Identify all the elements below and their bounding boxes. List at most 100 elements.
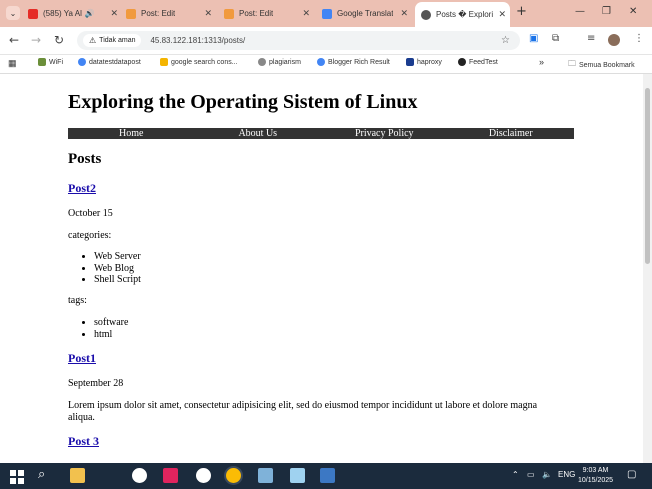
nav-privacy-policy[interactable]: Privacy Policy xyxy=(321,128,448,139)
yandex-icon[interactable] xyxy=(132,468,147,483)
bookmark-label: WiFi xyxy=(49,58,63,66)
bookmark-wifi[interactable]: WiFi xyxy=(38,58,63,66)
bookmark-search-console[interactable]: google search cons... xyxy=(160,58,238,66)
network-icon[interactable]: ▭ xyxy=(527,470,535,479)
bookmark-datatestdatapost[interactable]: datatestdatapost xyxy=(78,58,141,66)
tag-list: software html xyxy=(68,317,128,340)
chrome-icon[interactable] xyxy=(226,468,241,483)
all-bookmarks-button[interactable]: 🗀 Semua Bookmark xyxy=(568,58,635,72)
forward-arrow-icon[interactable]: → xyxy=(31,33,41,47)
apps-grid-icon[interactable]: ▦ xyxy=(8,58,17,69)
tag-item: software xyxy=(94,317,128,329)
file-explorer-icon[interactable] xyxy=(70,468,85,483)
bookmark-blogger-rich-result[interactable]: Blogger Rich Result xyxy=(317,58,390,66)
scrollbar-thumb[interactable] xyxy=(645,88,650,264)
close-tab-icon[interactable]: ✕ xyxy=(204,8,212,19)
post-title-link[interactable]: Post2 xyxy=(68,181,96,196)
minimize-icon[interactable]: — xyxy=(575,6,585,17)
category-item: Web Blog xyxy=(94,263,141,275)
tab-posts-active[interactable]: Posts � Explori ✕ xyxy=(415,2,510,27)
bookmark-star-icon[interactable]: ☆ xyxy=(501,35,510,46)
tab-title: (585) Ya Al xyxy=(43,9,82,18)
post-date: October 15 xyxy=(68,208,113,219)
post-excerpt: Lorem ipsum dolor sit amet, consectetur … xyxy=(68,400,538,423)
tab-bar: ⌄ (585) Ya Al 🔊 ✕ Post: Edit ✕ Post: Edi… xyxy=(0,0,652,27)
back-arrow-icon[interactable]: ← xyxy=(9,33,19,47)
maximize-icon[interactable]: ❐ xyxy=(602,6,611,17)
language-indicator[interactable]: ENG xyxy=(558,470,575,479)
tab-title: Post: Edit xyxy=(239,9,274,18)
volume-icon[interactable]: 🔈 xyxy=(542,470,552,479)
translate-ext-icon[interactable]: ▣ xyxy=(529,33,538,44)
search-icon[interactable]: ⌕ xyxy=(38,467,45,482)
tags-label: tags: xyxy=(68,295,87,306)
menu-kebab-icon[interactable]: ⋮ xyxy=(634,33,644,44)
bookmark-feedtest[interactable]: FeedTest xyxy=(458,58,498,66)
browser-toolbar: ← → ↻ ⚠ Tidak aman 45.83.122.181:1313/po… xyxy=(0,27,652,55)
blogger-icon xyxy=(224,8,234,19)
media-control-icon[interactable]: ≡ xyxy=(587,33,595,44)
extensions-icon[interactable]: ⧉ xyxy=(552,33,559,44)
tab-google-translate[interactable]: Google Translat ✕ xyxy=(322,4,412,23)
chevron-down-icon: ⌄ xyxy=(9,8,17,18)
tag-item: html xyxy=(94,329,128,341)
bookmark-label: plagiarism xyxy=(269,58,301,66)
close-tab-icon[interactable]: ✕ xyxy=(498,9,506,20)
notification-icon[interactable]: ▢ xyxy=(627,469,636,480)
youtube-icon xyxy=(28,8,38,19)
search-console-icon xyxy=(160,58,168,66)
google-icon xyxy=(78,58,86,66)
page-scrollbar[interactable] xyxy=(643,74,652,463)
bookmark-label: datatestdatapost xyxy=(89,58,141,66)
windows-taskbar: ⌕ ⌃ ▭ 🔈 ENG 9:03 AM 10/15/2025 ▢ xyxy=(0,463,652,489)
app-icon[interactable] xyxy=(320,468,335,483)
reload-icon[interactable]: ↻ xyxy=(54,33,64,47)
media-player-icon[interactable] xyxy=(163,468,178,483)
nav-home[interactable]: Home xyxy=(68,128,195,139)
bookmark-plagiarism[interactable]: plagiarism xyxy=(258,58,301,66)
tab-post-edit-1[interactable]: Post: Edit ✕ xyxy=(126,4,216,23)
tab-title: Posts � Explori xyxy=(436,10,494,19)
categories-label: categories: xyxy=(68,230,112,241)
new-tab-button[interactable]: + xyxy=(516,4,527,19)
site-title: Exploring the Operating Sistem of Linux xyxy=(68,91,418,113)
tab-search-button[interactable]: ⌄ xyxy=(6,6,20,20)
google-icon xyxy=(317,58,325,66)
bookmark-label: google search cons... xyxy=(171,58,238,66)
category-item: Shell Script xyxy=(94,274,141,286)
tab-title: Google Translat xyxy=(337,9,393,18)
tab-youtube[interactable]: (585) Ya Al 🔊 ✕ xyxy=(28,4,122,23)
avatar[interactable] xyxy=(608,34,620,46)
post-title-link[interactable]: Post 3 xyxy=(68,434,99,449)
nav-about-us[interactable]: About Us xyxy=(195,128,322,139)
address-bar[interactable]: ⚠ Tidak aman 45.83.122.181:1313/posts/ ☆ xyxy=(77,31,520,50)
bookmarks-bar: ▦ WiFi datatestdatapost google search co… xyxy=(0,55,652,74)
close-tab-icon[interactable]: ✕ xyxy=(110,8,118,19)
close-tab-icon[interactable]: ✕ xyxy=(400,8,408,19)
post-title-link[interactable]: Post1 xyxy=(68,351,96,366)
tab-post-edit-2[interactable]: Post: Edit ✕ xyxy=(224,4,314,23)
folder-icon: 🗀 xyxy=(568,59,576,68)
close-tab-icon[interactable]: ✕ xyxy=(302,8,310,19)
bookmarks-overflow-button[interactable]: » xyxy=(539,57,544,67)
notepad-icon[interactable] xyxy=(290,468,305,483)
windows-start-icon[interactable] xyxy=(10,469,24,484)
system-clock[interactable]: 9:03 AM 10/15/2025 xyxy=(578,466,613,486)
plagiarism-icon xyxy=(258,58,266,66)
security-indicator[interactable]: ⚠ Tidak aman xyxy=(83,34,142,47)
bookmark-haproxy[interactable]: haproxy xyxy=(406,58,442,66)
all-bookmarks-label: Semua Bookmark xyxy=(579,61,635,69)
warning-icon: ⚠ xyxy=(89,36,97,45)
url-text[interactable]: 45.83.122.181:1313/posts/ xyxy=(150,36,245,45)
wifi-bookmark-icon xyxy=(38,58,46,66)
post-date: September 28 xyxy=(68,378,124,389)
tray-chevron-icon[interactable]: ⌃ xyxy=(512,470,519,479)
network-app-icon[interactable] xyxy=(258,468,273,483)
yandex-icon[interactable] xyxy=(196,468,211,483)
tab-title: Post: Edit xyxy=(141,9,176,18)
close-window-icon[interactable]: ✕ xyxy=(629,6,637,17)
bookmark-label: haproxy xyxy=(417,58,442,66)
nav-disclaimer[interactable]: Disclaimer xyxy=(448,128,575,139)
bookmark-label: Blogger Rich Result xyxy=(328,58,390,66)
globe-icon xyxy=(421,9,431,20)
